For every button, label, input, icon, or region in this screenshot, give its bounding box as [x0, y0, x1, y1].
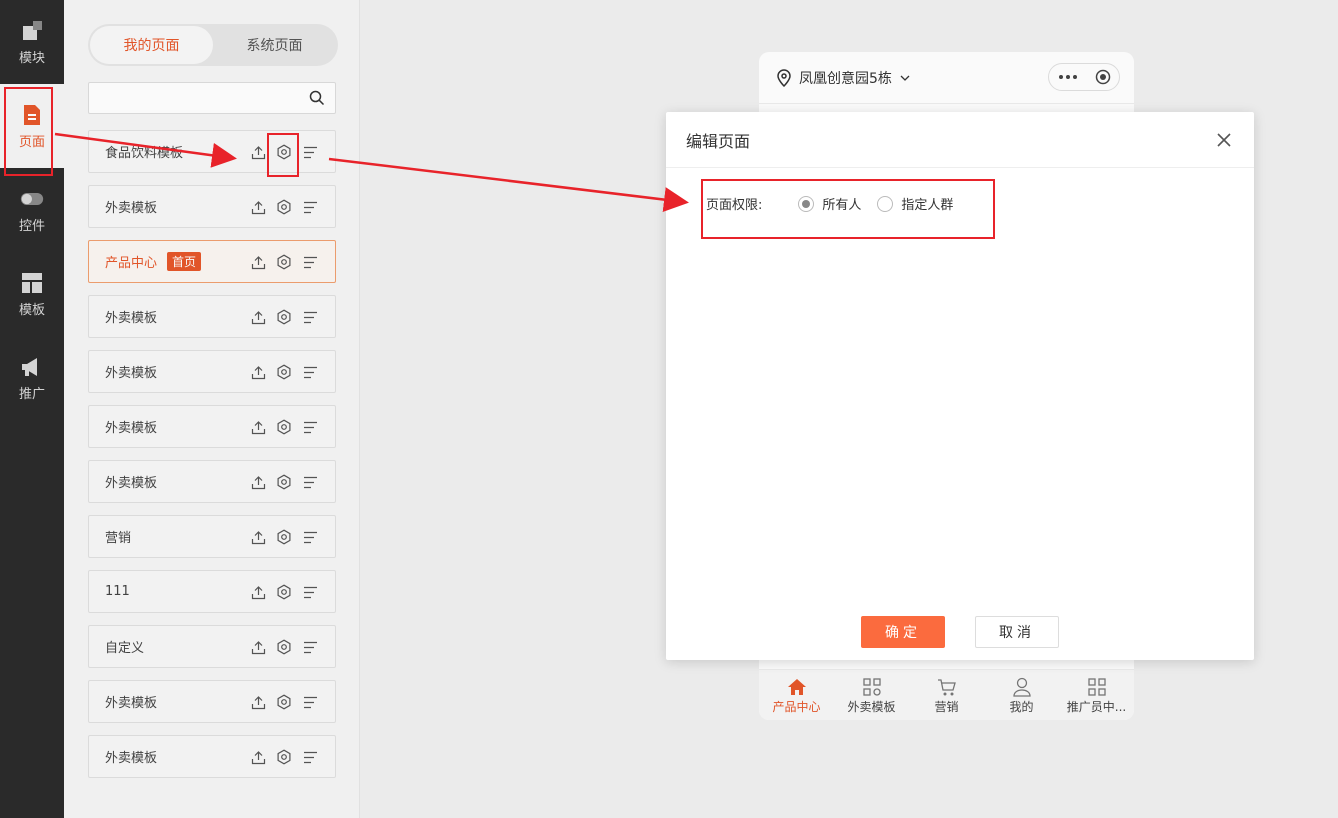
highlight-pages-nav: [4, 87, 53, 176]
dialog-title: 编辑页面: [686, 131, 751, 151]
highlight-settings-icon: [267, 133, 299, 177]
confirm-button[interactable]: 确定: [861, 616, 945, 648]
cancel-button[interactable]: 取消: [975, 616, 1059, 648]
highlight-permission: [701, 179, 995, 239]
dialog-header: 编辑页面: [666, 112, 1254, 168]
close-icon[interactable]: [1214, 130, 1234, 150]
